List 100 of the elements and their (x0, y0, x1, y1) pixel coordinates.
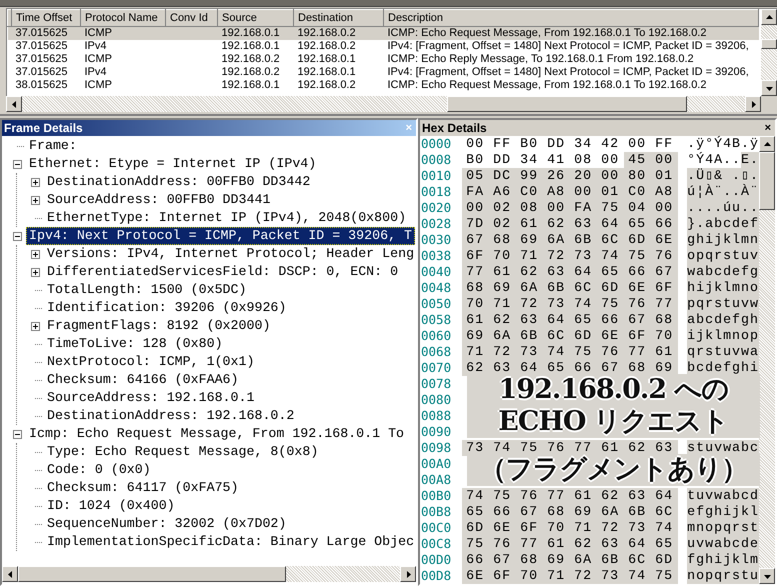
tree-item[interactable]: TotalLength: 1500 (0x5DC) (44, 281, 250, 299)
scroll-button[interactable] (761, 80, 777, 96)
scroll-button[interactable] (6, 96, 22, 112)
hex-byte: 63 (597, 536, 624, 552)
table-cell: IPv4: [Fragment, Offset = 1480] Next Protocol = ICMP, Packet ID = 39206, (388, 66, 749, 78)
packet-row[interactable]: 37.015625 IPv4 192.168.0.2 192.168.0.1 IPv4: [Fragment, Offset = 1480] Next Protocol = ICMP, Packet ID = 39206, (8, 66, 758, 79)
tree-item[interactable]: ID: 1024 (0x400) (44, 497, 178, 515)
tree-item[interactable]: DestinationAddress: 192.168.0.2 (44, 407, 298, 425)
tree-item[interactable]: EthernetType: Internet IP (IPv4), 2048(0x800) (44, 209, 410, 227)
hex-byte: FF (492, 136, 512, 152)
tree-item[interactable]: Checksum: 64117 (0xFA75) (44, 479, 242, 497)
tree-item[interactable]: Type: Echo Request Message, 8(0x8) (44, 443, 322, 461)
scrollbar-thumb[interactable] (447, 96, 687, 112)
hex-byte: 6C (597, 232, 624, 248)
hex-byte: 6C (624, 552, 652, 568)
scroll-button[interactable] (2, 566, 18, 582)
tree-item[interactable]: Versions: IPv4, Internet Protocol; Header Leng (44, 245, 416, 263)
table-cell: 192.168.0.2 (298, 79, 356, 91)
ascii-text: pqrstuvw (687, 296, 759, 312)
table-cell: 37.015625 (16, 66, 68, 78)
hex-byte: 65 (624, 216, 652, 232)
tree-item[interactable]: ImplementationSpecificData: Binary Large Objec (44, 533, 416, 551)
expand-icon[interactable] (30, 268, 40, 276)
offset-label: 00A0 (420, 456, 452, 472)
tree-item[interactable]: SourceAddress: 00FFB0 DD3441 (44, 191, 274, 209)
table-cell: 192.168.0.2 (298, 27, 356, 39)
hex-byte: A8 (651, 184, 678, 200)
column-header[interactable]: Description (384, 10, 758, 26)
column-header[interactable]: Conv Id (166, 10, 218, 26)
hex-byte: 08 (573, 152, 594, 168)
tree-item[interactable]: DifferentiatedServicesField: DSCP: 0, ECN: 0 (44, 263, 402, 281)
ascii-text: ghijklmn (687, 232, 759, 248)
hex-byte: 68 (651, 312, 678, 328)
tree-item[interactable]: TimeToLive: 128 (0x80) (44, 335, 226, 353)
horizontal-scrollbar[interactable] (6, 96, 761, 112)
scroll-button[interactable] (759, 568, 775, 584)
hex-byte: 6A (570, 552, 598, 568)
collapse-icon[interactable] (12, 160, 22, 168)
hex-byte: 61 (543, 536, 570, 552)
offset-label: 00C8 (420, 536, 452, 552)
scrollbar-thumb[interactable] (759, 152, 775, 210)
ascii-text: .ÿ°Ý4B.ÿ (687, 136, 759, 152)
hex-byte: 6F (516, 520, 544, 536)
scroll-button[interactable] (761, 9, 777, 25)
expand-icon[interactable] (30, 250, 40, 258)
collapse-icon[interactable] (12, 232, 22, 240)
hex-byte: 6D (570, 328, 598, 344)
hex-byte: 64 (597, 216, 624, 232)
packet-row[interactable]: 37.015625 ICMP 192.168.0.2 192.168.0.1 ICMP: Echo Reply Message, To 192.168.0.1 From 192.168.0.2 (8, 53, 758, 66)
horizontal-scrollbar[interactable] (2, 566, 416, 582)
packet-row[interactable]: 37.015625 ICMP 192.168.0.1 192.168.0.2 ICMP: Echo Request Message, From 192.168.0.1 To 192.168.0.2 (8, 26, 758, 40)
expand-icon[interactable] (30, 322, 40, 330)
offset-label: 00D0 (420, 552, 452, 568)
vertical-scrollbar[interactable] (759, 136, 775, 584)
ascii-text: abcdefgh (687, 312, 759, 328)
collapse-icon[interactable] (12, 430, 22, 438)
tree-item[interactable]: FragmentFlags: 8192 (0x2000) (44, 317, 274, 335)
column-header[interactable]: Time Offset (12, 10, 80, 26)
offset-label: 00B0 (420, 488, 452, 504)
arrow-left-icon (6, 570, 14, 578)
offset-label: 0090 (420, 424, 452, 440)
tree-item[interactable]: NextProtocol: ICMP, 1(0x1) (44, 353, 258, 371)
tree-item[interactable]: SourceAddress: 192.168.0.1 (44, 389, 258, 407)
hex-byte: 64 (651, 488, 678, 504)
tree-item[interactable]: DestinationAddress: 00FFB0 DD3442 (44, 173, 314, 191)
column-header[interactable]: Destination (294, 10, 384, 26)
scrollbar-thumb[interactable] (761, 39, 777, 49)
tree-item[interactable]: Identification: 39206 (0x9926) (44, 299, 290, 317)
scroll-button[interactable] (759, 136, 775, 152)
expand-icon[interactable] (30, 196, 40, 204)
tree-item[interactable]: Ethernet: Etype = Internet IP (IPv4) (26, 155, 320, 173)
scroll-button[interactable] (400, 566, 416, 582)
hex-byte: 6A (516, 280, 544, 296)
column-header[interactable]: Source (218, 10, 294, 26)
hex-byte: 69 (543, 552, 570, 568)
column-header[interactable]: Protocol Name (80, 10, 166, 26)
hex-byte: 69 (489, 280, 516, 296)
hex-byte: 68 (489, 232, 516, 248)
hex-byte: 77 (462, 264, 490, 280)
scrollbar-thumb[interactable] (18, 566, 286, 582)
hex-byte: 76 (651, 248, 678, 264)
ascii-text: fghijklm (687, 552, 759, 568)
annotation-text: ECHO リクエスト (467, 406, 760, 438)
tree-item[interactable]: Checksum: 64166 (0xFAA6) (44, 371, 242, 389)
scroll-button[interactable] (745, 96, 761, 112)
expand-icon[interactable] (30, 178, 40, 186)
hex-byte: 61 (570, 488, 598, 504)
tree-item[interactable]: SequenceNumber: 32002 (0x7D02) (44, 515, 290, 533)
arrow-right-icon (750, 100, 756, 108)
arrow-left-icon (10, 100, 18, 108)
column-header[interactable] (8, 10, 12, 26)
tree-item[interactable]: Code: 0 (0x0) (44, 461, 154, 479)
hex-byte: 75 (597, 200, 624, 216)
hex-byte: 66 (624, 264, 652, 280)
vertical-scrollbar[interactable] (761, 9, 777, 96)
packet-row[interactable]: 37.015625 IPv4 192.168.0.1 192.168.0.2 IPv4: [Fragment, Offset = 1480] Next Protocol = ICMP, Packet ID = 39206, (8, 40, 758, 53)
tree-item[interactable]: Icmp: Echo Request Message, From 192.168.0.1 To (26, 425, 408, 443)
tree-item[interactable]: Frame: (26, 137, 80, 155)
tree-item[interactable]: Ipv4: Next Protocol = ICMP, Packet ID = 39206, T (26, 227, 416, 245)
packet-row[interactable]: 38.015625 ICMP 192.168.0.1 192.168.0.2 ICMP: Echo Request Message, From 192.168.0.1 To 192.168.0.2 (8, 79, 758, 92)
